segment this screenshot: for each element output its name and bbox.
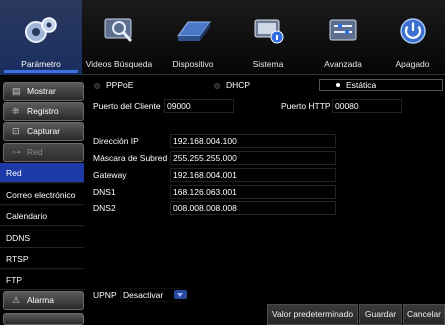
sidebar-item-mostrar[interactable]: ▤ Mostrar: [3, 82, 84, 101]
tab-apagado[interactable]: Apagado: [380, 0, 445, 75]
sidebar-subitem-ddns[interactable]: DDNS: [0, 228, 84, 248]
sidebar-item-red[interactable]: ⊶ Red: [3, 143, 84, 162]
sidebar-subitem-correo[interactable]: Correo electrónico: [0, 185, 84, 205]
sidebar-item-registro[interactable]: ❊ Registro: [3, 102, 84, 121]
sidebar-item-label: Registro: [27, 106, 59, 116]
dns1-input[interactable]: 168.126.063.001: [170, 185, 336, 199]
tab-parametro[interactable]: Parámetro: [0, 0, 82, 75]
sidebar-item-more[interactable]: [3, 313, 84, 325]
chevron-down-icon[interactable]: [174, 290, 187, 299]
sidebar-item-alarma[interactable]: ⚠ Alarma: [3, 291, 84, 310]
sidebar-item-label: Alarma: [27, 295, 54, 305]
default-button[interactable]: Valor predeterminado: [267, 304, 358, 325]
capture-icon: ⊡: [12, 126, 20, 137]
static-label: Estática: [346, 80, 377, 90]
power-icon: [399, 18, 426, 44]
tab-sistema[interactable]: Sistema: [230, 0, 306, 75]
sidebar-item-label: Capturar: [27, 126, 61, 136]
radio-static[interactable]: [336, 83, 340, 87]
system-info-icon: [254, 19, 284, 44]
ip-input[interactable]: 192.168.004.100: [170, 134, 336, 148]
sidebar-subitem-rtsp[interactable]: RTSP: [0, 249, 84, 269]
radio-pppoe[interactable]: [94, 83, 100, 89]
mask-input[interactable]: 255.255.255.000: [170, 151, 336, 165]
tab-videos-busqueda[interactable]: Videos Búsqueda: [82, 0, 156, 75]
tab-label: Dispositivo: [172, 59, 214, 69]
tab-label: Videos Búsqueda: [85, 59, 153, 69]
sidebar-subitem-ftp[interactable]: FTP: [0, 270, 84, 290]
save-button[interactable]: Guardar: [359, 304, 402, 325]
dns2-input[interactable]: 008.008.008.008: [170, 201, 336, 215]
sidebar-subitem-label: RTSP: [6, 254, 29, 264]
pppoe-label: PPPoE: [106, 80, 134, 90]
dns1-label: DNS1: [93, 187, 116, 197]
gears-icon: [25, 17, 57, 43]
video-search-icon: [104, 18, 133, 42]
http-port-input[interactable]: 00080: [332, 99, 402, 113]
tab-label: Sistema: [252, 59, 284, 69]
sidebar-item-capturar[interactable]: ⊡ Capturar: [3, 122, 84, 141]
monitor-icon: ▤: [12, 86, 21, 97]
gateway-label: Gateway: [93, 170, 127, 180]
sidebar-subitem-label: DDNS: [6, 233, 31, 243]
mask-label: Máscara de Subred: [93, 153, 168, 163]
upnp-select[interactable]: Desactivar: [120, 288, 180, 302]
main-menu-bar: Parámetro Videos Búsqueda Dispositivo Si…: [0, 0, 445, 75]
ip-label: Dirección IP: [93, 136, 139, 146]
client-port-label: Puerto del Cliente: [93, 101, 161, 111]
upnp-label: UPNP: [93, 290, 117, 300]
sidebar-subitem-label: Calendario: [6, 211, 48, 221]
radio-dhcp[interactable]: [214, 83, 220, 89]
advanced-icon: [329, 19, 357, 41]
tab-label: Avanzada: [324, 59, 362, 69]
sidebar-item-label: Red: [27, 147, 43, 157]
dns2-label: DNS2: [93, 203, 116, 213]
tab-label: Parámetro: [21, 59, 61, 69]
record-icon: ❊: [12, 106, 20, 117]
dhcp-label: DHCP: [226, 80, 251, 90]
hard-drive-icon: [177, 21, 211, 41]
sidebar-subitem-red[interactable]: Red: [0, 163, 84, 183]
http-port-label: Puerto HTTP: [281, 101, 331, 111]
sidebar-subitem-calendario[interactable]: Calendario: [0, 206, 84, 226]
cancel-button[interactable]: Cancelar: [403, 304, 445, 325]
sidebar-item-label: Mostrar: [27, 86, 56, 96]
network-icon: ⊶: [12, 147, 21, 158]
sidebar-subitem-label: Correo electrónico: [6, 190, 76, 200]
tab-avanzada[interactable]: Avanzada: [306, 0, 380, 75]
gateway-input[interactable]: 192.168.004.001: [170, 168, 336, 182]
client-port-input[interactable]: 09000: [164, 99, 234, 113]
tab-dispositivo[interactable]: Dispositivo: [156, 0, 230, 75]
alarm-icon: ⚠: [12, 295, 21, 306]
tab-label: Apagado: [395, 59, 430, 69]
sidebar-subitem-label: FTP: [6, 275, 23, 285]
sidebar-subitem-label: Red: [6, 168, 22, 178]
